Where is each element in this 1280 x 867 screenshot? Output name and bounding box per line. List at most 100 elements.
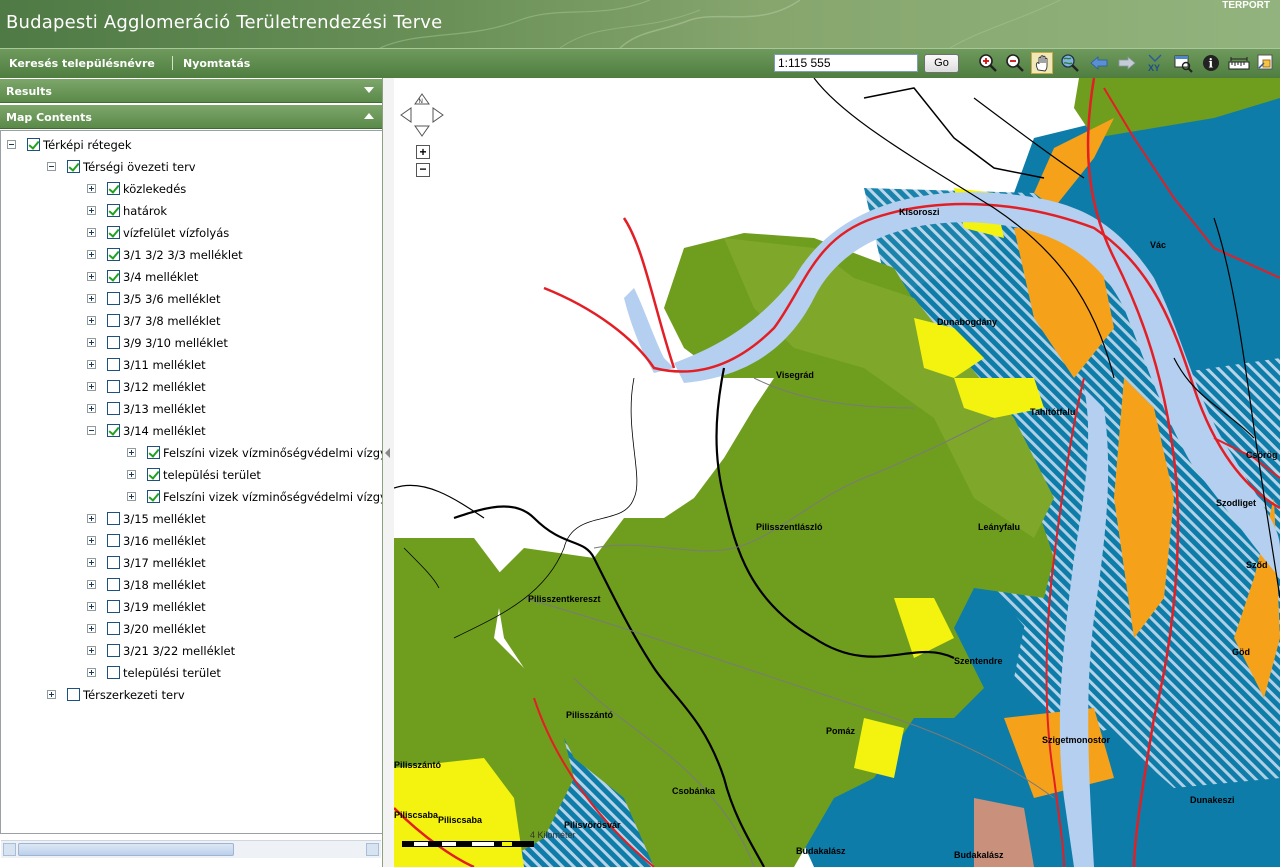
layer-label[interactable]: 3/15 melléklet [123,512,206,526]
expand-node-icon[interactable] [87,250,96,259]
layer-visibility-checkbox[interactable] [107,644,120,657]
expand-node-icon[interactable] [127,470,136,479]
expand-node-icon[interactable] [87,338,96,347]
expand-node-icon[interactable] [127,492,136,501]
layer-visibility-checkbox[interactable] [147,468,160,481]
layer-visibility-checkbox[interactable] [107,666,120,679]
layer-label[interactable]: Térszerkezeti terv [83,688,185,702]
layer-label[interactable]: 3/11 melléklet [123,358,206,372]
expand-node-icon[interactable] [87,580,96,589]
layer-visibility-checkbox[interactable] [67,688,80,701]
zoom-out-icon[interactable] [1004,52,1026,74]
layer-label[interactable]: települési terület [163,468,261,482]
expand-node-icon[interactable] [87,294,96,303]
layer-label[interactable]: 3/16 melléklet [123,534,206,548]
layer-visibility-checkbox[interactable] [107,600,120,613]
layer-label[interactable]: 3/21 3/22 melléklet [123,644,235,658]
expand-node-icon[interactable] [87,360,96,369]
zoom-to-selection-icon[interactable] [1172,52,1194,74]
back-arrow-icon[interactable] [1088,52,1110,74]
layer-visibility-checkbox[interactable] [107,424,120,437]
expand-node-icon[interactable] [87,646,96,655]
collapse-node-icon[interactable] [7,140,16,149]
expand-caret-icon[interactable] [364,87,374,93]
expand-node-icon[interactable] [87,514,96,523]
layer-label[interactable]: 3/12 melléklet [123,380,206,394]
results-panel-header[interactable]: Results [0,79,382,103]
overview-icon[interactable] [1255,52,1277,74]
collapse-arrow-icon[interactable] [385,448,390,458]
xy-coordinate-icon[interactable]: XY [1144,52,1166,74]
forward-arrow-icon[interactable] [1116,52,1138,74]
expand-node-icon[interactable] [87,558,96,567]
layer-label[interactable]: 3/17 melléklet [123,556,206,570]
expand-node-icon[interactable] [87,668,96,677]
scale-input[interactable] [774,54,918,72]
layer-label[interactable]: 3/4 melléklet [123,270,198,284]
collapse-caret-icon[interactable] [364,113,374,119]
layer-label[interactable]: 3/20 melléklet [123,622,206,636]
layer-visibility-checkbox[interactable] [107,292,120,305]
expand-node-icon[interactable] [127,448,136,457]
layer-label[interactable]: határok [123,204,167,218]
layer-visibility-checkbox[interactable] [107,512,120,525]
map-canvas[interactable]: Kisoroszi Vác Dunabogdány Visegrád Tahit… [394,78,1280,867]
layer-label[interactable]: 3/13 melléklet [123,402,206,416]
measure-icon[interactable] [1228,52,1250,74]
layer-label[interactable]: 3/9 3/10 melléklet [123,336,228,350]
map-view[interactable]: Kisoroszi Vác Dunabogdány Visegrád Tahit… [394,78,1280,867]
expand-node-icon[interactable] [47,690,56,699]
layer-visibility-checkbox[interactable] [107,534,120,547]
scroll-right-icon[interactable] [366,843,379,856]
layer-visibility-checkbox[interactable] [107,248,120,261]
layer-label[interactable]: közlekedés [123,182,186,196]
expand-node-icon[interactable] [87,184,96,193]
layer-visibility-checkbox[interactable] [107,226,120,239]
map-zoom-in-button[interactable]: + [416,145,430,159]
expand-node-icon[interactable] [87,382,96,391]
layer-visibility-checkbox[interactable] [107,622,120,635]
expand-node-icon[interactable] [87,272,96,281]
pan-hand-icon[interactable] [1031,52,1053,74]
layer-label[interactable]: 3/19 melléklet [123,600,206,614]
zoom-in-icon[interactable] [977,52,999,74]
expand-node-icon[interactable] [87,536,96,545]
layer-visibility-checkbox[interactable] [107,204,120,217]
tree-horizontal-scrollbar[interactable] [1,840,381,858]
search-by-town-link[interactable]: Keresés településnévre [9,57,155,70]
layer-visibility-checkbox[interactable] [27,138,40,151]
expand-node-icon[interactable] [87,228,96,237]
layer-visibility-checkbox[interactable] [107,556,120,569]
layer-label[interactable]: 3/14 melléklet [123,424,206,438]
map-zoom-out-button[interactable]: − [416,163,430,177]
full-extent-icon[interactable] [1059,52,1081,74]
pan-compass-icon[interactable]: N [399,92,445,138]
layer-label[interactable]: vízfelület vízfolyás [123,226,229,240]
layer-label[interactable]: Térségi övezeti terv [83,160,196,174]
layer-label[interactable]: 3/18 melléklet [123,578,206,592]
layer-label[interactable]: települési terület [123,666,221,680]
layer-visibility-checkbox[interactable] [107,380,120,393]
scroll-thumb[interactable] [18,843,234,856]
scroll-left-icon[interactable] [3,843,16,856]
expand-node-icon[interactable] [87,602,96,611]
go-button[interactable]: Go [924,54,959,73]
panel-splitter[interactable] [383,78,394,867]
info-icon[interactable]: i [1200,52,1222,74]
layer-label[interactable]: Térképi rétegek [43,138,132,152]
layer-visibility-checkbox[interactable] [107,402,120,415]
layer-label[interactable]: 3/5 3/6 melléklet [123,292,221,306]
expand-node-icon[interactable] [87,206,96,215]
collapse-node-icon[interactable] [47,162,56,171]
layer-label[interactable]: 3/1 3/2 3/3 melléklet [123,248,243,262]
expand-node-icon[interactable] [87,316,96,325]
print-link[interactable]: Nyomtatás [183,57,250,70]
expand-node-icon[interactable] [87,404,96,413]
layer-visibility-checkbox[interactable] [107,182,120,195]
layer-label[interactable]: 3/7 3/8 melléklet [123,314,221,328]
layer-visibility-checkbox[interactable] [147,446,160,459]
layer-visibility-checkbox[interactable] [67,160,80,173]
expand-node-icon[interactable] [87,624,96,633]
layer-visibility-checkbox[interactable] [107,336,120,349]
map-contents-panel-header[interactable]: Map Contents [0,105,382,129]
